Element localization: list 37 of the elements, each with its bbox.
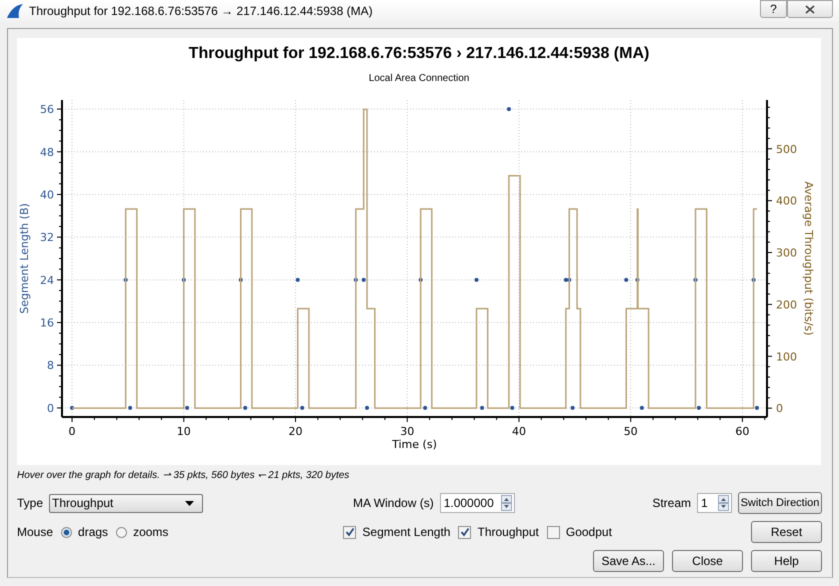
hint-text: Hover over the graph for details. ⇀ 35 pkts, 560 bytes ↽ 21 pkts, 320 bytes: [17, 469, 350, 482]
y-tick-label: 24: [40, 274, 54, 287]
x-tick-label: 10: [176, 425, 191, 438]
right-tick-label: 300: [776, 246, 797, 260]
right-tick-label: 400: [776, 194, 797, 208]
x-tick-label: 40: [512, 425, 526, 438]
right-tick-label: 0: [776, 402, 783, 416]
checkbox-label: Throughput: [477, 525, 539, 539]
y-tick-label: 8: [47, 359, 54, 372]
right-tick-label: 200: [776, 298, 797, 312]
right-axis-label: Average Throughput (bits/s): [802, 181, 815, 336]
y-tick-label: 40: [40, 188, 54, 202]
x-tick-label: 30: [400, 425, 414, 438]
x-tick-label: 0: [68, 425, 76, 438]
x-axis-label: Time (s): [392, 438, 437, 451]
y-tick-label: 56: [40, 103, 54, 116]
x-tick-label: 20: [288, 425, 302, 438]
y-tick-label: 16: [40, 316, 54, 330]
radio-label: drags: [78, 525, 108, 539]
y-tick-label: 0: [47, 402, 54, 415]
right-tick-label: 500: [776, 142, 797, 156]
graph-subtitle: Local Area Connection: [368, 73, 470, 86]
right-tick-label: 100: [776, 350, 797, 364]
ma-window-label: MA Window (s): [353, 496, 434, 510]
y-tick-label: 32: [40, 231, 54, 244]
graph-title: Throughput for 192.168.6.76:53576 › 217.146.12.44:5938 (MA): [188, 45, 650, 63]
checkbox-label: Goodput: [566, 525, 612, 539]
x-tick-label: 50: [624, 425, 638, 438]
x-tick-label: 60: [735, 425, 750, 438]
radio-label: zooms: [133, 525, 168, 539]
type-label: Type: [17, 496, 44, 510]
y-tick-label: 48: [40, 146, 54, 159]
window-title: Throughput for 192.168.6.76:53576 → 217.146.12.44:5938 (MA): [29, 4, 373, 18]
y-axis-label: Segment Length (B): [18, 203, 31, 314]
checkbox-label: Segment Length: [362, 525, 450, 539]
stream-label: Stream: [652, 496, 691, 510]
mouse-label: Mouse: [17, 525, 54, 539]
